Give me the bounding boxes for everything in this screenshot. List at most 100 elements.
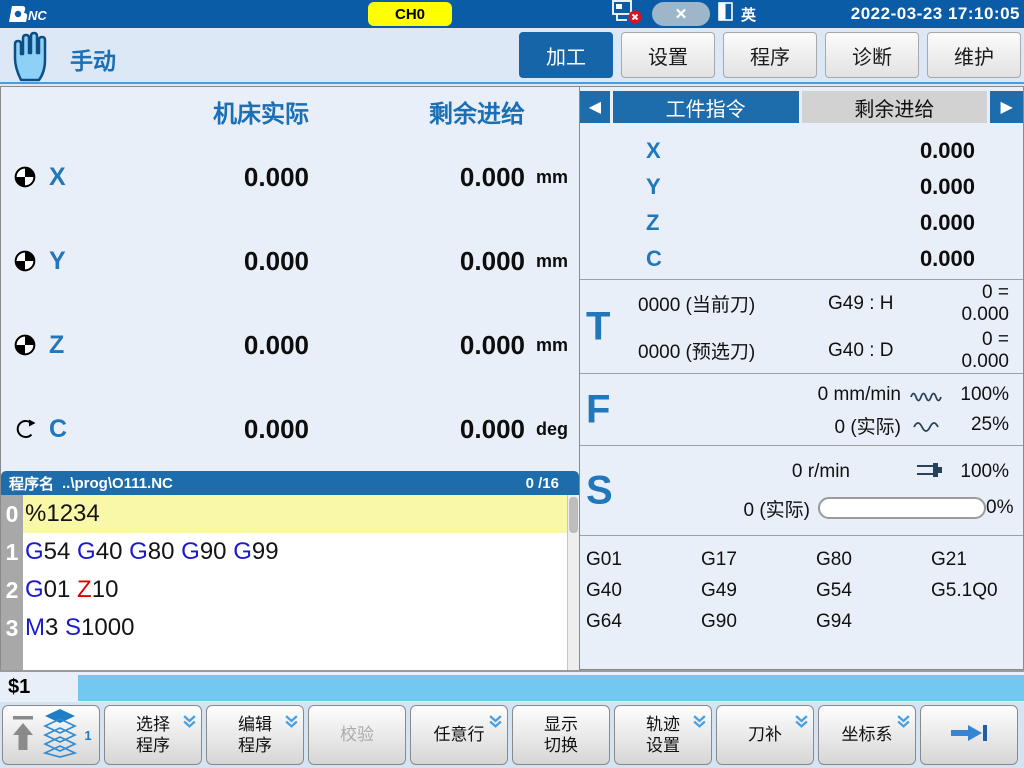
- machine-zero-icon: [1, 166, 49, 188]
- scrollbar-thumb[interactable]: [569, 497, 578, 533]
- feed-command-value: 0 mm/min: [580, 384, 901, 406]
- tab-settings[interactable]: 设置: [621, 32, 715, 78]
- close-status-icon[interactable]: ✕: [652, 2, 710, 26]
- softkey-display-switch[interactable]: 显示 切换: [512, 705, 610, 765]
- command-axes: X0.000 Y0.000 Z0.000 C0.000: [580, 127, 1023, 279]
- softkey-select-program[interactable]: 选择 程序: [104, 705, 202, 765]
- command-x-value: 0.000: [700, 138, 1023, 164]
- axis-x-remaining: 0.000: [309, 162, 525, 193]
- command-y-value: 0.000: [700, 174, 1023, 200]
- axis-row-y: Y 0.000 0.000 mm: [1, 219, 579, 303]
- tab-program[interactable]: 程序: [723, 32, 817, 78]
- feed-override-percent: 100%: [953, 384, 1023, 406]
- spindle-actual-value: 0 (实际): [580, 495, 810, 522]
- axis-y-actual: 0.000: [113, 246, 309, 277]
- machine-zero-icon: [1, 334, 49, 356]
- axis-y-remaining: 0.000: [309, 246, 525, 277]
- spindle-section-letter: S: [586, 468, 613, 513]
- program-line[interactable]: G54 G40 G80 G90 G99: [23, 533, 567, 571]
- softkey-verify[interactable]: 校验: [308, 705, 406, 765]
- column-header-actual: 机床实际: [113, 94, 309, 129]
- panel-tab-remaining-feed[interactable]: 剩余进给: [802, 91, 988, 123]
- jog-override-percent: 25%: [953, 414, 1023, 436]
- axis-c-actual: 0.000: [113, 414, 309, 445]
- program-scrollbar[interactable]: [567, 495, 579, 671]
- softkey-coord-system[interactable]: 坐标系: [818, 705, 916, 765]
- program-header: 程序名 ..\prog\O111.NC 0 /16: [1, 471, 579, 495]
- feed-actual-value: 0 (实际): [580, 412, 901, 439]
- spindle-override-icon: [915, 462, 945, 483]
- feed-section-letter: F: [586, 387, 610, 432]
- softkey-return-menu-button[interactable]: 1: [2, 705, 100, 765]
- tool-section: T 0000 (当前刀) G49 : H 0 = 0.000 0000 (预选刀…: [580, 279, 1023, 373]
- command-panel: ◀ 工件指令 剩余进给 ▶ X0.000 Y0.000 Z0.000 C0.00…: [580, 86, 1024, 670]
- softkey-edit-program[interactable]: 编辑 程序: [206, 705, 304, 765]
- message-strip: [78, 675, 1024, 701]
- tab-machining[interactable]: 加工: [519, 32, 613, 78]
- panel-tab-work-command[interactable]: 工件指令: [613, 91, 799, 123]
- mode-bar: 手动 加工 设置 程序 诊断 维护: [0, 28, 1024, 84]
- program-line[interactable]: M3 S1000: [23, 609, 567, 647]
- program-path: ..\prog\O111.NC: [62, 475, 173, 492]
- softkey-next-page-button[interactable]: [920, 705, 1018, 765]
- axis-row-z: Z 0.000 0.000 mm: [1, 303, 579, 387]
- chevron-down-icon: [692, 714, 707, 734]
- axis-row-c: C 0.000 0.000 deg: [1, 387, 579, 471]
- network-error-icon: [610, 0, 644, 30]
- column-header-remaining: 剩余进给: [309, 94, 525, 129]
- svg-text:NC: NC: [28, 8, 47, 23]
- position-panel: 机床实际 剩余进给 X 0.000 0.000 mm Y 0.000 0.00: [0, 86, 580, 670]
- spindle-load-bar: [818, 497, 986, 519]
- program-viewer: 程序名 ..\prog\O111.NC 0 /16 0 1 2 3 %1234 …: [1, 471, 579, 671]
- spindle-command-value: 0 r/min: [580, 461, 850, 483]
- chevron-down-icon: [794, 714, 809, 734]
- command-z-value: 0.000: [700, 210, 1023, 236]
- axis-z-actual: 0.000: [113, 330, 309, 361]
- current-tool-number: 0000 (当前刀): [638, 290, 828, 317]
- chevron-down-icon: [896, 714, 911, 734]
- program-line-counter: 0 /16: [526, 475, 559, 492]
- mode-label: 手动: [70, 42, 116, 76]
- manual-mode-hand-icon: [8, 30, 56, 87]
- softkey-tool-comp[interactable]: 刀补: [716, 705, 814, 765]
- jog-override-icon: [901, 418, 953, 432]
- program-line[interactable]: G01 Z10: [23, 571, 567, 609]
- top-bar: NC CH0 ✕ 英 2022-0: [0, 0, 1024, 28]
- line-number-gutter: 0 1 2 3: [1, 495, 23, 671]
- length-comp-gcode: G49 : H: [828, 293, 940, 315]
- spindle-section: S 0 r/min 100% 0 (实际) 0%: [580, 445, 1023, 535]
- feed-override-icon: [901, 388, 953, 402]
- chevron-down-icon: [488, 714, 503, 734]
- spindle-load-percent: 0%: [986, 497, 1013, 519]
- tab-diagnosis[interactable]: 诊断: [825, 32, 919, 78]
- command-c-value: 0.000: [700, 246, 1023, 272]
- axis-c-remaining: 0.000: [309, 414, 525, 445]
- axis-z-remaining: 0.000: [309, 330, 525, 361]
- axis-row-x: X 0.000 0.000 mm: [1, 135, 579, 219]
- language-indicator[interactable]: 英: [741, 4, 756, 25]
- main-tabs: 加工 设置 程序 诊断 维护: [519, 32, 1021, 78]
- panel-next-arrow-button[interactable]: ▶: [990, 91, 1023, 123]
- rotary-axis-icon: [1, 418, 49, 440]
- tool-section-letter: T: [586, 304, 610, 349]
- spindle-override-percent: 100%: [945, 461, 1015, 483]
- machine-zero-icon: [1, 250, 49, 272]
- panel-prev-arrow-button[interactable]: ◀: [580, 91, 610, 123]
- cnc-screen: NC CH0 ✕ 英 2022-0: [0, 0, 1024, 768]
- channel-badge[interactable]: CH0: [368, 2, 452, 26]
- softkey-track-settings[interactable]: 轨迹 设置: [614, 705, 712, 765]
- menu-page-badge: 1: [84, 728, 91, 743]
- status-bar: $1: [0, 670, 1024, 702]
- radius-comp-value: 0 = 0.000: [940, 329, 1023, 373]
- tab-maintenance[interactable]: 维护: [927, 32, 1021, 78]
- hnc-logo-icon: NC: [6, 3, 62, 25]
- language-book-icon: [718, 2, 733, 26]
- menu-layers-icon: [42, 708, 78, 763]
- datetime-display: 2022-03-23 17:10:05: [851, 0, 1020, 28]
- softkey-any-line[interactable]: 任意行: [410, 705, 508, 765]
- return-up-arrow-icon: [10, 714, 36, 757]
- program-title-label: 程序名: [9, 473, 54, 494]
- chevron-down-icon: [284, 714, 299, 734]
- feed-section: F 0 mm/min 100% 0 (实际) 25%: [580, 373, 1023, 445]
- program-line-current[interactable]: %1234: [23, 495, 567, 533]
